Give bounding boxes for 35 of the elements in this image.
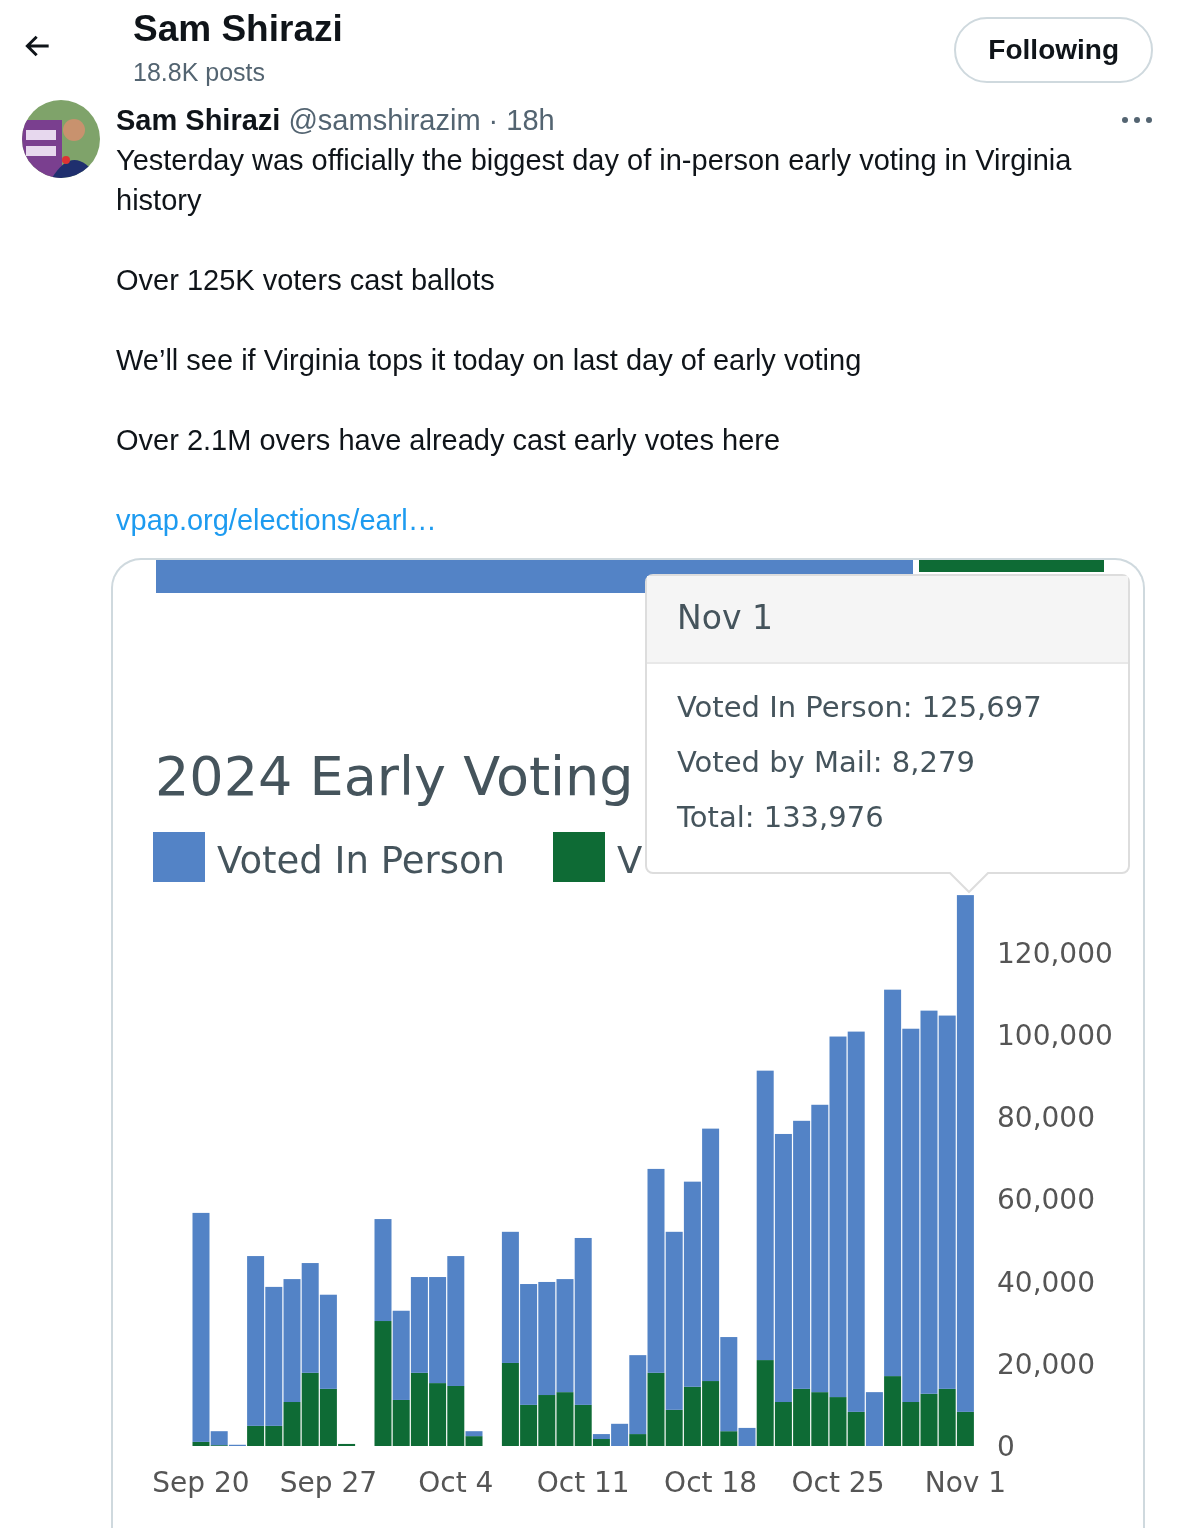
author-name: Sam Shirazi xyxy=(116,103,281,138)
post-time: 18h xyxy=(506,103,555,138)
axis-label: 0 xyxy=(997,1430,1015,1463)
author-handle: @samshirazim xyxy=(288,103,481,138)
axis-label: Oct 18 xyxy=(664,1466,758,1499)
following-button[interactable]: Following xyxy=(954,17,1153,83)
chart-title: 2024 Early Voting xyxy=(155,745,634,808)
tooltip-text: Voted In Person: 125,697 xyxy=(676,689,1043,726)
axis-label: 60,000 xyxy=(997,1183,1095,1217)
axis-label: 80,000 xyxy=(997,1101,1095,1135)
profile-name: Sam Shirazi xyxy=(133,8,344,50)
axis-label: Nov 1 xyxy=(924,1466,1007,1499)
legend-label: V xyxy=(617,839,643,882)
tooltip-text: Voted by Mail: 8,279 xyxy=(676,744,976,781)
tweet-text: We’ll see if Virginia tops it today on last day of early voting xyxy=(116,343,863,378)
legend-label: Voted In Person xyxy=(217,839,506,882)
tweet-text: Over 2.1M overs have already cast early votes here xyxy=(116,423,782,458)
post-count: 18.8K posts xyxy=(133,56,267,88)
axis-label: 100,000 xyxy=(997,1018,1113,1052)
tooltip-title: Nov 1 xyxy=(647,576,1128,664)
tweet-text: Over 125K voters cast ballots xyxy=(116,263,496,298)
axis-label: 40,000 xyxy=(997,1265,1095,1299)
tooltip-text: Total: 133,976 xyxy=(676,799,885,836)
axis-label: Sep 20 xyxy=(152,1466,250,1499)
axis-label: Oct 4 xyxy=(418,1466,494,1499)
legend-swatch xyxy=(153,832,205,882)
separator-dot: · xyxy=(488,103,499,138)
legend-swatch xyxy=(553,832,605,882)
axis-label: 120,000 xyxy=(997,936,1113,970)
axis-label: Oct 11 xyxy=(536,1466,630,1499)
axis-label: Oct 25 xyxy=(791,1466,885,1499)
axis-label: Sep 27 xyxy=(279,1466,378,1499)
axis-label: 20,000 xyxy=(997,1347,1095,1381)
more-options-icon[interactable] xyxy=(1121,116,1153,124)
tweet-text: Yesterday was officially the biggest day of in-person early voting in Virginia history xyxy=(116,143,1073,218)
